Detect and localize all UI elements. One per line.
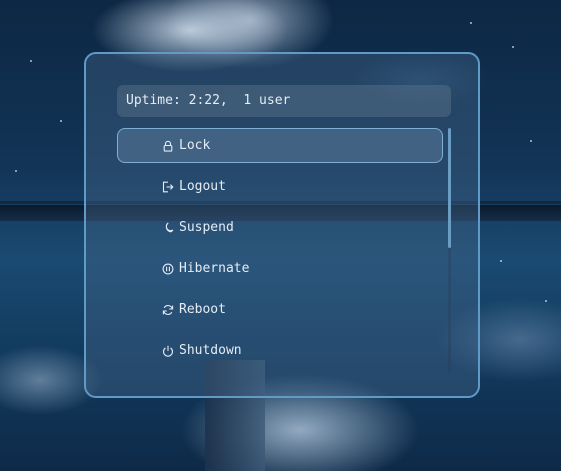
power-menu-list: Lock Logout Suspend Hibernate Reboot Shu… xyxy=(117,128,443,374)
lock-icon xyxy=(161,129,175,162)
menu-item-shutdown[interactable]: Shutdown xyxy=(117,333,443,368)
logout-icon xyxy=(161,170,175,203)
power-icon xyxy=(161,334,175,367)
star xyxy=(30,60,32,62)
star xyxy=(530,140,532,142)
menu-item-label: Reboot xyxy=(179,302,226,317)
star xyxy=(470,22,472,24)
star xyxy=(60,120,62,122)
power-menu-panel: Uptime: 2:22, 1 user Lock Logout Suspend… xyxy=(84,52,480,398)
star xyxy=(15,170,17,172)
menu-item-label: Logout xyxy=(179,179,226,194)
star xyxy=(545,300,547,302)
reboot-icon xyxy=(161,293,175,326)
menu-item-suspend[interactable]: Suspend xyxy=(117,210,443,245)
menu-item-lock[interactable]: Lock xyxy=(117,128,443,163)
menu-item-hibernate[interactable]: Hibernate xyxy=(117,251,443,286)
scrollbar-thumb[interactable] xyxy=(448,128,451,248)
menu-item-logout[interactable]: Logout xyxy=(117,169,443,204)
menu-item-label: Lock xyxy=(179,138,211,153)
menu-item-reboot[interactable]: Reboot xyxy=(117,292,443,327)
menu-item-label: Suspend xyxy=(179,220,234,235)
star xyxy=(500,260,502,262)
star xyxy=(512,46,514,48)
menu-item-label: Shutdown xyxy=(179,343,242,358)
menu-scrollbar[interactable] xyxy=(448,128,451,373)
menu-item-label: Hibernate xyxy=(179,261,250,276)
moon-icon xyxy=(161,211,175,244)
hibernate-icon xyxy=(161,252,175,285)
uptime-display: Uptime: 2:22, 1 user xyxy=(117,85,451,117)
